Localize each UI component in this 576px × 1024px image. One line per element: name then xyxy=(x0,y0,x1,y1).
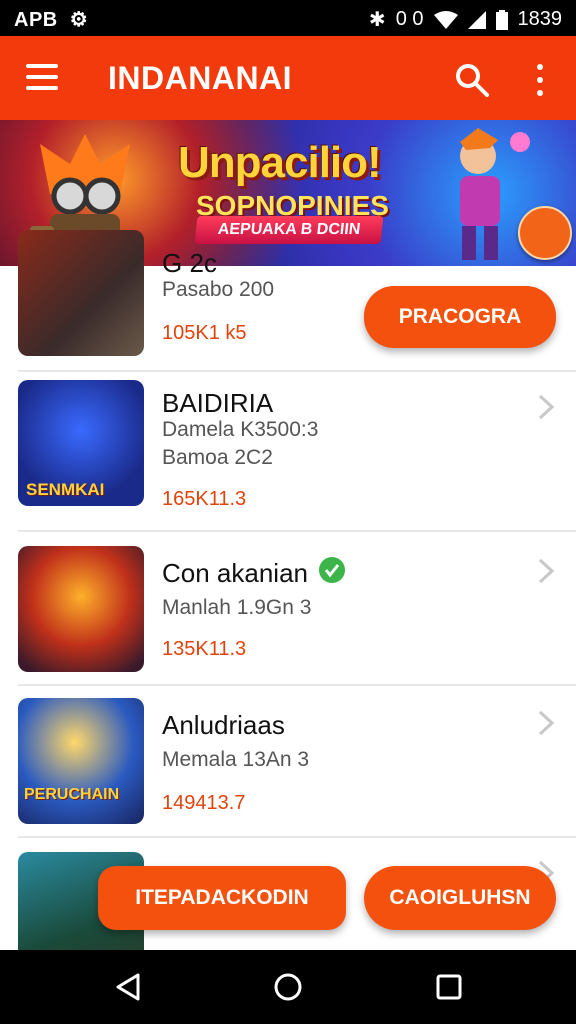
list-item-meta: Memala 13An 3 xyxy=(162,748,310,771)
list-item-meta: Damela K3500:3 xyxy=(162,418,319,441)
list-item-title: Con akanian xyxy=(162,558,308,588)
status-left: APB ⚙ xyxy=(14,7,88,32)
list-item-thumbnail-label: PERUCHAIN xyxy=(24,786,120,803)
divider xyxy=(18,684,576,686)
bluetooth-icon: ✱ xyxy=(368,9,386,31)
battery-icon xyxy=(495,9,508,30)
list-item-rating: 135K11.3 xyxy=(162,638,247,660)
divider xyxy=(18,530,576,532)
search-icon[interactable] xyxy=(454,62,490,98)
list-item-rating: 105K1 k5 xyxy=(162,322,247,344)
list-item-rating: 149413.7 xyxy=(162,792,246,814)
recents-icon[interactable] xyxy=(434,972,464,1002)
verified-check-icon xyxy=(319,557,345,583)
list-item-title: G 2c xyxy=(162,248,217,278)
list-item-title: Anludriaas xyxy=(162,710,285,740)
app-title: INDANANAI xyxy=(108,60,293,96)
wifi-icon xyxy=(433,10,458,29)
list-item-meta-secondary: Bamoa 2C2 xyxy=(162,446,273,469)
navigation-bar xyxy=(0,950,576,1024)
chevron-right-icon[interactable] xyxy=(538,710,554,736)
app-bar: INDANANAI xyxy=(0,36,576,120)
list-item[interactable]: Con akanian Manlah 1.9Gn 3 135K11.3 xyxy=(0,538,576,688)
settings-icon: ⚙ xyxy=(69,9,89,31)
install-button[interactable]: PRACOGRA xyxy=(364,286,556,348)
home-icon[interactable] xyxy=(273,972,303,1002)
menu-icon[interactable] xyxy=(26,64,58,90)
list-item-thumbnail xyxy=(18,546,144,672)
status-battery-text: 0 0 xyxy=(395,8,424,30)
bottom-right-button[interactable]: CAOIGLUHSN xyxy=(364,866,556,930)
list-item-thumbnail xyxy=(18,230,144,356)
chevron-right-icon[interactable] xyxy=(538,558,554,584)
more-options-icon[interactable] xyxy=(528,60,552,100)
status-right: ✱ 0 0 1839 xyxy=(369,7,562,32)
list-item-title: BAIDIRIA xyxy=(162,388,274,418)
list-item-thumbnail: SENMKAI xyxy=(18,380,144,506)
list-item-thumbnail-label: SENMKAI xyxy=(26,480,105,499)
list-item-thumbnail: PERUCHAIN xyxy=(18,698,144,824)
back-icon[interactable] xyxy=(114,972,144,1002)
status-time: 1839 xyxy=(517,8,563,30)
list-item-meta: Manlah 1.9Gn 3 xyxy=(162,596,312,619)
list-item-rating: 165K11.3 xyxy=(162,488,247,510)
bottom-left-button[interactable]: ITEPADACKODIN xyxy=(98,866,346,930)
divider xyxy=(18,836,576,838)
list-item[interactable]: G 2c Pasabo 200 105K1 k5 PRACOGRA xyxy=(0,230,576,372)
status-carrier: APB xyxy=(14,9,58,31)
banner-hero-right-image xyxy=(460,128,530,260)
list-item[interactable]: SENMKAI BAIDIRIA Damela K3500:3 Bamoa 2C… xyxy=(0,378,576,534)
banner-badge-icon[interactable] xyxy=(518,206,572,260)
signal-icon xyxy=(467,10,486,29)
status-bar: APB ⚙ ✱ 0 0 1839 xyxy=(0,0,576,36)
divider xyxy=(18,370,576,372)
list-item[interactable]: PERUCHAIN Anludriaas Memala 13An 3 14941… xyxy=(0,690,576,840)
list-item-meta: Pasabo 200 xyxy=(162,278,275,301)
chevron-right-icon[interactable] xyxy=(538,394,554,420)
banner-title: Unpacilio! xyxy=(178,138,382,187)
banner-ribbon: AEPUAKA B DCIIN xyxy=(194,216,384,244)
